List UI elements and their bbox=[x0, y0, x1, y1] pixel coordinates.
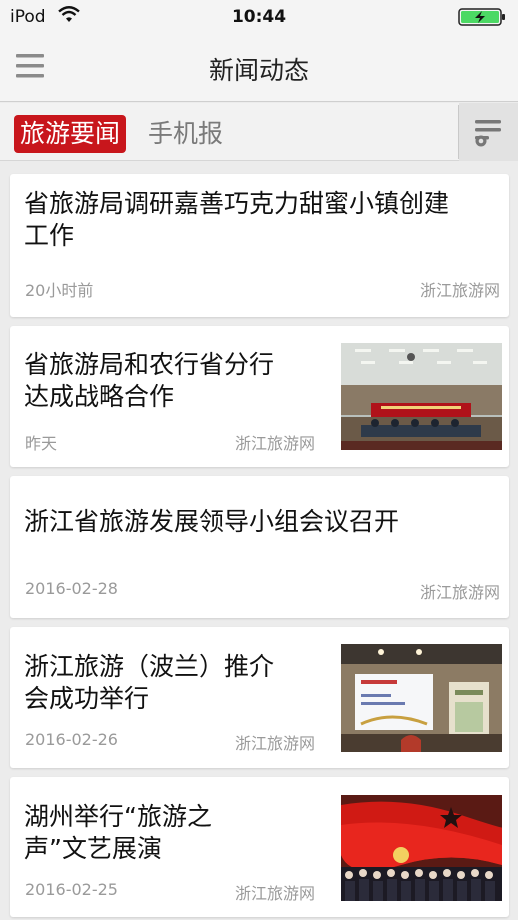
news-item[interactable]: 省旅游局调研嘉善巧克力甜蜜小镇创建 工作 20小时前 浙江旅游网 bbox=[10, 174, 509, 317]
news-source: 浙江旅游网 bbox=[235, 884, 316, 903]
news-headline: 湖州举行“旅游之 声”文艺展演 bbox=[24, 801, 329, 865]
news-date: 20小时前 bbox=[25, 281, 94, 300]
headline-line: 达成战略合作 bbox=[24, 382, 175, 411]
news-item[interactable]: 省旅游局和农行省分行 达成战略合作 昨天 浙江旅游网 bbox=[10, 326, 509, 467]
tab-travel-news[interactable]: 旅游要闻 bbox=[14, 115, 127, 153]
news-date: 昨天 bbox=[25, 434, 58, 453]
news-headline: 省旅游局和农行省分行 达成战略合作 bbox=[24, 349, 329, 413]
tab-mobile-paper[interactable]: 手机报 bbox=[142, 115, 229, 153]
news-date: 2016-02-26 bbox=[25, 730, 118, 749]
news-source: 浙江旅游网 bbox=[235, 734, 316, 753]
news-date: 2016-02-25 bbox=[25, 880, 118, 899]
status-bar: iPod 10:44 bbox=[0, 0, 518, 34]
news-source: 浙江旅游网 bbox=[419, 583, 500, 602]
news-source: 浙江旅游网 bbox=[419, 281, 500, 300]
news-item[interactable]: 湖州举行“旅游之 声”文艺展演 2016-02-25 浙江旅游网 bbox=[10, 777, 509, 917]
filter-list-icon[interactable] bbox=[459, 103, 518, 161]
headline-line: 湖州举行“旅游之 bbox=[24, 802, 212, 831]
category-tab-bar: 旅游要闻 手机报 bbox=[0, 103, 518, 161]
navigation-bar: 新闻动态 bbox=[0, 34, 518, 102]
news-item[interactable]: 浙江旅游（波兰）推介 会成功举行 2016-02-26 浙江旅游网 bbox=[10, 627, 509, 768]
headline-line: 浙江省旅游发展领导小组会议召开 bbox=[24, 507, 400, 536]
meeting-room-photo bbox=[341, 343, 502, 450]
news-source: 浙江旅游网 bbox=[235, 434, 316, 453]
headline-line: 工作 bbox=[24, 221, 75, 250]
headline-line: 声”文艺展演 bbox=[24, 834, 162, 863]
presentation-photo bbox=[341, 644, 502, 752]
headline-line: 省旅游局调研嘉善巧克力甜蜜小镇创建 bbox=[24, 189, 450, 218]
headline-line: 省旅游局和农行省分行 bbox=[24, 350, 275, 379]
news-item[interactable]: 浙江省旅游发展领导小组会议召开 2016-02-28 浙江旅游网 bbox=[10, 476, 509, 618]
clock: 10:44 bbox=[231, 7, 287, 27]
news-headline: 省旅游局调研嘉善巧克力甜蜜小镇创建 工作 bbox=[24, 188, 499, 252]
red-flag-performance-photo bbox=[341, 795, 502, 901]
headline-line: 会成功举行 bbox=[24, 684, 150, 713]
news-headline: 浙江省旅游发展领导小组会议召开 bbox=[24, 506, 499, 538]
news-headline: 浙江旅游（波兰）推介 会成功举行 bbox=[24, 651, 329, 715]
headline-line: 浙江旅游（波兰）推介 bbox=[24, 652, 275, 681]
page-title: 新闻动态 bbox=[208, 56, 309, 85]
news-date: 2016-02-28 bbox=[25, 579, 118, 598]
battery-charging-icon bbox=[458, 7, 508, 32]
